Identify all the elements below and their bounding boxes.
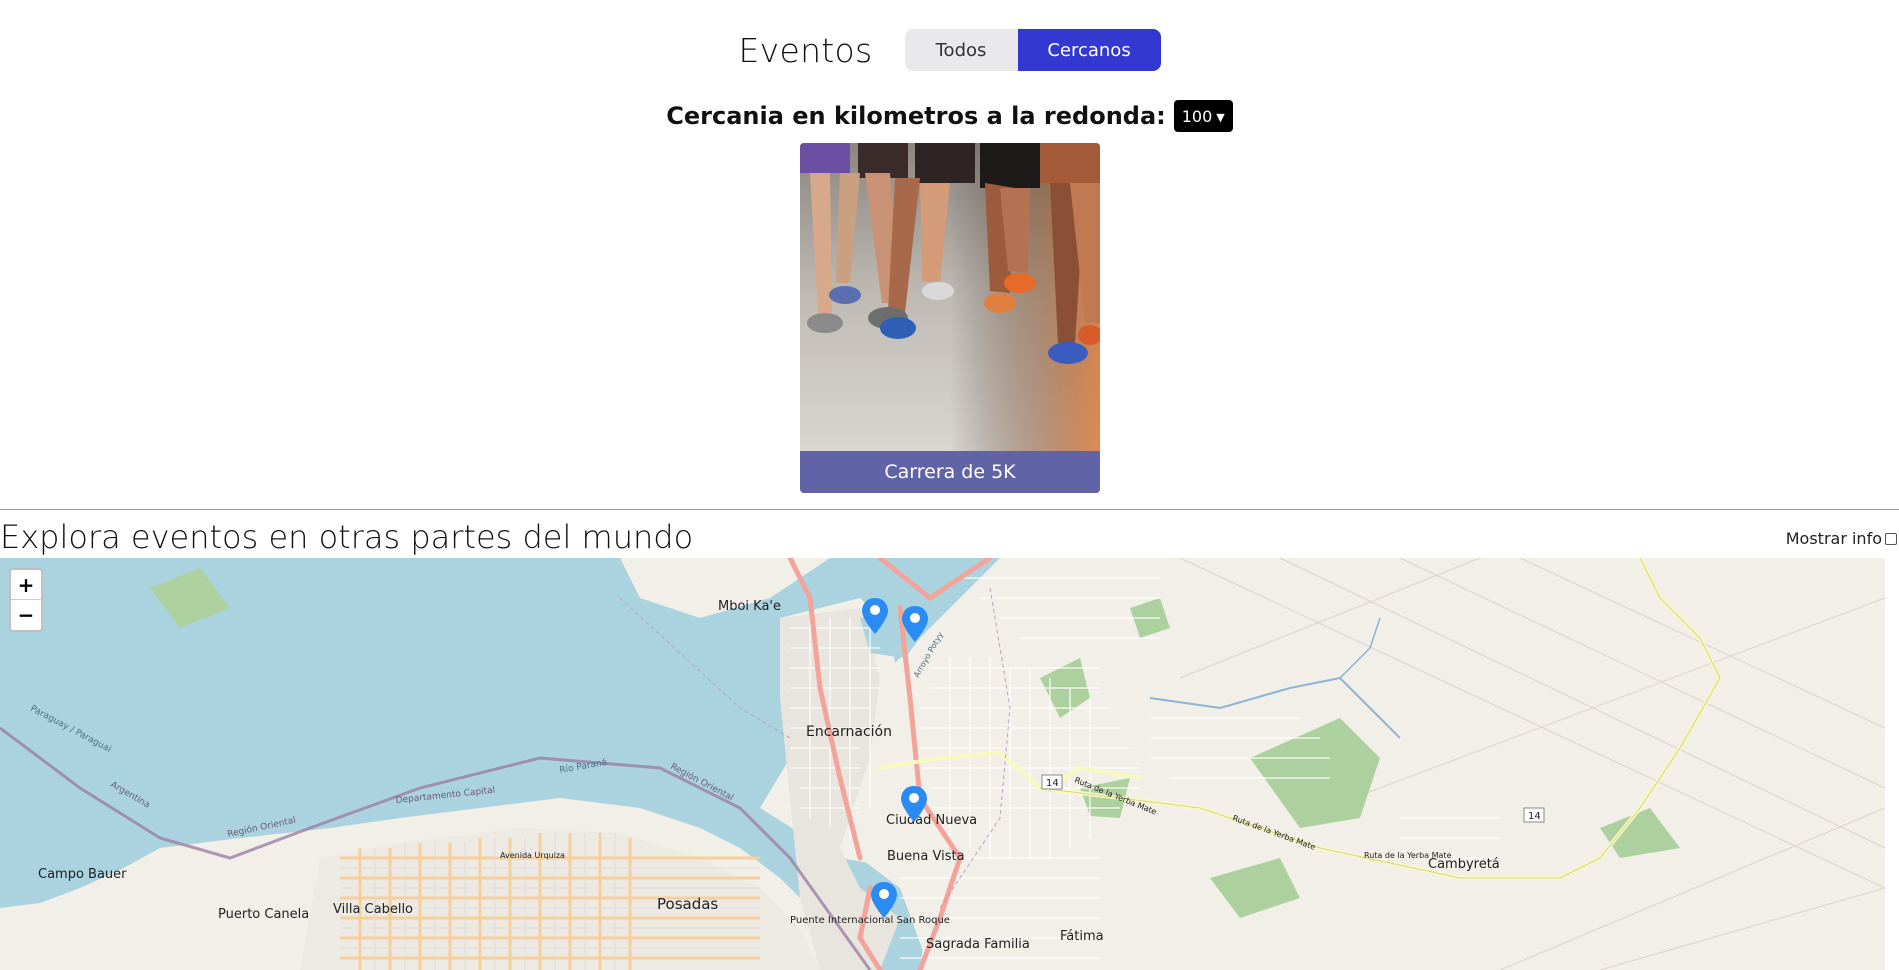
map-label-campo-bauer: Campo Bauer bbox=[38, 867, 127, 882]
map-label-posadas: Posadas bbox=[657, 895, 718, 913]
map-label-fatima: Fátima bbox=[1060, 929, 1104, 944]
show-info-label: Mostrar info bbox=[1785, 529, 1882, 548]
map-label-encarnacion: Encarnación bbox=[806, 724, 892, 740]
event-photo bbox=[800, 143, 1100, 451]
events-header: Eventos Todos Cercanos bbox=[0, 29, 1899, 71]
distance-filter: Cercania en kilometros a la redonda: 100… bbox=[0, 100, 1899, 132]
distance-select[interactable]: 100 ▼ bbox=[1173, 100, 1233, 132]
show-info-toggle[interactable]: Mostrar info bbox=[1786, 529, 1897, 548]
events-filter-toggle: Todos Cercanos bbox=[904, 29, 1161, 71]
page-title: Eventos bbox=[738, 30, 873, 70]
distance-select-value: 100 bbox=[1181, 106, 1213, 126]
zoom-out-button[interactable]: − bbox=[11, 599, 41, 629]
map-label-mboi-kae: Mboi Ka'e bbox=[718, 599, 781, 614]
explore-heading: Explora eventos en otras partes del mund… bbox=[0, 518, 694, 556]
tab-todos[interactable]: Todos bbox=[904, 29, 1018, 71]
map-road-shield-14b: 14 bbox=[1528, 811, 1541, 822]
map-label-ciudad-nueva: Ciudad Nueva bbox=[886, 813, 977, 828]
map-label-villa-cabello: Villa Cabello bbox=[333, 902, 413, 917]
map-road-label-urquiza: Avenida Urquiza bbox=[500, 851, 565, 860]
map-road-label-yerba-3: Ruta de la Yerba Mate bbox=[1364, 851, 1452, 860]
map-zoom-control: + − bbox=[9, 568, 43, 632]
map-label-buena-vista: Buena Vista bbox=[887, 849, 965, 864]
distance-label: Cercania en kilometros a la redonda: bbox=[666, 102, 1166, 130]
event-title: Carrera de 5K bbox=[800, 451, 1100, 493]
chevron-down-icon: ▼ bbox=[1216, 110, 1225, 124]
zoom-in-button[interactable]: + bbox=[11, 570, 41, 599]
show-info-checkbox[interactable] bbox=[1885, 532, 1897, 545]
events-map[interactable]: Mboi Ka'e Encarnación Ciudad Nueva Buena… bbox=[0, 558, 1885, 970]
section-divider bbox=[0, 509, 1899, 510]
map-canvas[interactable]: Mboi Ka'e Encarnación Ciudad Nueva Buena… bbox=[0, 558, 1885, 970]
map-label-puente-san-roque: Puente Internacional San Roque bbox=[790, 915, 950, 926]
map-label-sagrada-familia: Sagrada Familia bbox=[926, 937, 1030, 952]
map-label-puerto-canela: Puerto Canela bbox=[218, 907, 309, 922]
tab-cercanos[interactable]: Cercanos bbox=[1017, 29, 1161, 71]
event-card[interactable]: Carrera de 5K bbox=[800, 143, 1100, 493]
map-road-shield-14a: 14 bbox=[1046, 778, 1059, 789]
